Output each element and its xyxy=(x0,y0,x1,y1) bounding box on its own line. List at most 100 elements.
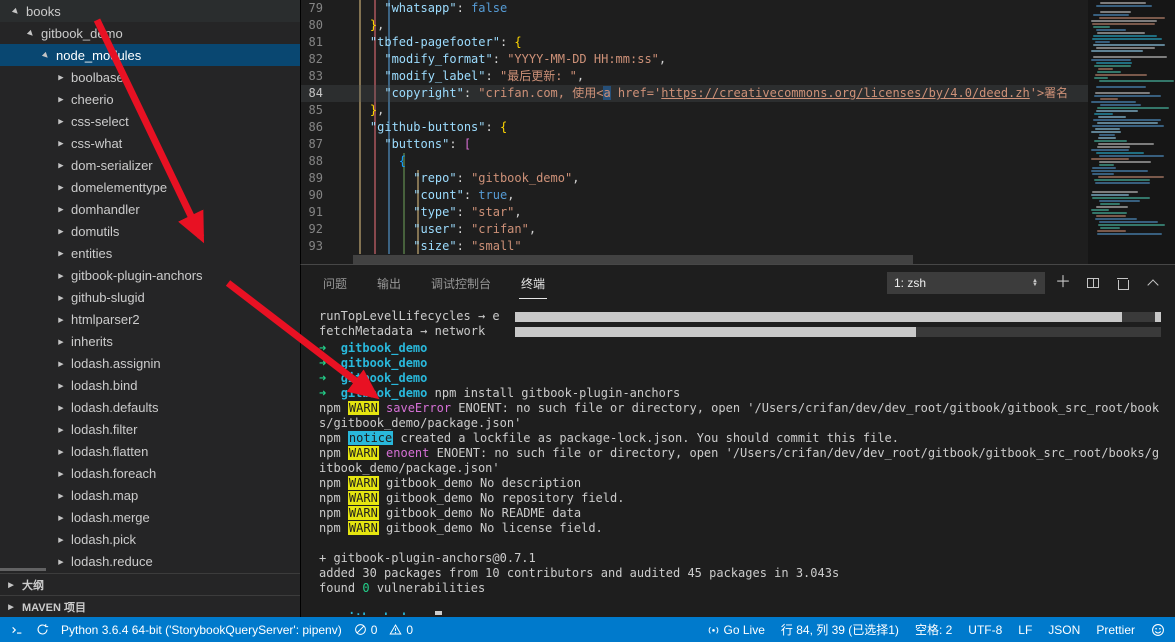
tree-item-lodash.assignin[interactable]: ▶ lodash.assignin xyxy=(0,352,300,374)
tree-item-books[interactable]: ▶ books xyxy=(0,0,300,22)
panel-tab-1[interactable]: 输出 xyxy=(375,267,403,299)
tree-item-entities[interactable]: ▶ entities xyxy=(0,242,300,264)
tree-item-lodash.filter[interactable]: ▶ lodash.filter xyxy=(0,418,300,440)
code-line-89[interactable]: 89 "repo": "gitbook_demo", xyxy=(301,170,1088,187)
tree-item-css-what[interactable]: ▶ css-what xyxy=(0,132,300,154)
remote-indicator[interactable] xyxy=(10,623,24,637)
status-bar-left: Python 3.6.4 64-bit ('StorybookQueryServ… xyxy=(10,623,413,637)
plus-icon: ＋ xyxy=(1054,274,1071,291)
sidebar-hscrollbar[interactable] xyxy=(0,568,46,571)
code-lines: 79 "whatsapp": false 80 }, 81 "tbfed-pagef… xyxy=(301,0,1088,254)
panel-tab-3[interactable]: 终端 xyxy=(519,267,548,299)
panel-tab-0[interactable]: 问题 xyxy=(321,267,349,299)
error-count[interactable]: 0 xyxy=(354,623,377,637)
line-number: 81 xyxy=(308,35,323,49)
code-line-85[interactable]: 85 }, xyxy=(301,102,1088,119)
terminal-output[interactable]: runTopLevelLifecycles → e fetchMetadata →… xyxy=(319,309,1165,615)
terminal-line: ➜ gitbook_demo npm install gitbook-plugi… xyxy=(319,386,681,400)
split-terminal-button[interactable] xyxy=(1081,271,1105,295)
line-number: 89 xyxy=(308,171,323,185)
code-line-79[interactable]: 79 "whatsapp": false xyxy=(301,0,1088,17)
sync-icon xyxy=(36,623,49,636)
indentation-setting[interactable]: 空格: 2 xyxy=(915,621,952,638)
line-number: 87 xyxy=(308,137,323,151)
chevron-expanded-icon: ▶ xyxy=(11,6,21,16)
code-line-86[interactable]: 86 "github-buttons": { xyxy=(301,119,1088,136)
chevron-collapsed-icon: ▶ xyxy=(58,512,64,522)
cursor-position[interactable]: 行 84, 列 39 (已选择1) xyxy=(781,621,899,638)
chevron-collapsed-icon: ▶ xyxy=(58,72,64,82)
terminal-line: npm WARN enoent ENOENT: no such file or … xyxy=(319,446,1160,475)
tree-item-lodash.pick[interactable]: ▶ lodash.pick xyxy=(0,528,300,550)
tree-item-lodash.flatten[interactable]: ▶ lodash.flatten xyxy=(0,440,300,462)
language-mode[interactable]: JSON xyxy=(1048,623,1080,637)
tree-item-domhandler[interactable]: ▶ domhandler xyxy=(0,198,300,220)
kill-terminal-button[interactable] xyxy=(1111,271,1135,295)
eol-setting[interactable]: LF xyxy=(1018,623,1032,637)
code-line-90[interactable]: 90 "count": true, xyxy=(301,187,1088,204)
maximize-panel-button[interactable] xyxy=(1141,271,1165,295)
outline-section-label: 大纲 xyxy=(22,579,44,592)
explorer-sidebar: ▶ books ▶ gitbook_demo ▶ node_modules ▶ boolbas… xyxy=(0,0,300,617)
tree-item-domelementtype[interactable]: ▶ domelementtype xyxy=(0,176,300,198)
code-line-93[interactable]: 93 "size": "small" xyxy=(301,238,1088,254)
tree-item-label: domutils xyxy=(71,223,120,239)
tree-item-label: lodash.foreach xyxy=(71,465,157,481)
chevron-collapsed-icon: ▶ xyxy=(58,138,64,148)
python-interpreter[interactable]: Python 3.6.4 64-bit ('StorybookQueryServ… xyxy=(61,623,342,637)
tree-item-gitbook-plugin-anchors[interactable]: ▶ gitbook-plugin-anchors xyxy=(0,264,300,286)
panel-tab-2[interactable]: 调试控制台 xyxy=(429,267,493,299)
code-editor[interactable]: 79 "whatsapp": false 80 }, 81 "tbfed-pagef… xyxy=(301,0,1088,254)
encoding[interactable]: UTF-8 xyxy=(968,623,1002,637)
tree-item-boolbase[interactable]: ▶ boolbase xyxy=(0,66,300,88)
warning-count[interactable]: 0 xyxy=(389,623,413,637)
tree-item-label: boolbase xyxy=(71,69,124,85)
line-text: }, xyxy=(369,103,385,117)
code-line-92[interactable]: 92 "user": "crifan", xyxy=(301,221,1088,238)
tree-item-label: github-slugid xyxy=(71,289,145,305)
code-line-91[interactable]: 91 "type": "star", xyxy=(301,204,1088,221)
code-line-83[interactable]: 83 "modify_label": "最后更新: ", xyxy=(301,68,1088,85)
tree-item-dom-serializer[interactable]: ▶ dom-serializer xyxy=(0,154,300,176)
tree-item-lodash.foreach[interactable]: ▶ lodash.foreach xyxy=(0,462,300,484)
tree-item-domutils[interactable]: ▶ domutils xyxy=(0,220,300,242)
code-line-82[interactable]: 82 "modify_format": "YYYY-MM-DD HH:mm:ss… xyxy=(301,51,1088,68)
formatter[interactable]: Prettier xyxy=(1096,623,1135,637)
tree-item-css-select[interactable]: ▶ css-select xyxy=(0,110,300,132)
code-line-80[interactable]: 80 }, xyxy=(301,17,1088,34)
chevron-collapsed-icon: ▶ xyxy=(58,248,64,258)
code-line-84[interactable]: 84 "copyright": "crifan.com, 使用<a href='… xyxy=(301,85,1088,102)
tree-item-github-slugid[interactable]: ▶ github-slugid xyxy=(0,286,300,308)
code-line-81[interactable]: 81 "tbfed-pagefooter": { xyxy=(301,34,1088,51)
tree-item-inherits[interactable]: ▶ inherits xyxy=(0,330,300,352)
terminal-line: ➜ gitbook_demo xyxy=(319,371,428,385)
tree-item-lodash.merge[interactable]: ▶ lodash.merge xyxy=(0,506,300,528)
terminal-line: npm WARN saveError ENOENT: no such file … xyxy=(319,401,1160,430)
code-line-88[interactable]: 88 { xyxy=(301,153,1088,170)
new-terminal-button[interactable]: ＋ xyxy=(1051,271,1075,295)
tree-item-cheerio[interactable]: ▶ cheerio xyxy=(0,88,300,110)
tree-item-label: lodash.assignin xyxy=(71,355,161,371)
sync-button[interactable] xyxy=(36,623,49,636)
outline-section-header[interactable]: ▶ 大纲 xyxy=(0,573,300,595)
tree-item-htmlparser2[interactable]: ▶ htmlparser2 xyxy=(0,308,300,330)
tree-item-lodash.defaults[interactable]: ▶ lodash.defaults xyxy=(0,396,300,418)
go-live-button[interactable]: Go Live xyxy=(707,623,765,637)
maven-section-header[interactable]: ▶ MAVEN 项目 xyxy=(0,595,300,617)
chevron-collapsed-icon: ▶ xyxy=(8,580,14,589)
minimap[interactable] xyxy=(1088,0,1175,264)
terminal-shell-select[interactable]: 1: zsh ▲ ▼ xyxy=(887,272,1045,294)
tree-item-lodash.bind[interactable]: ▶ lodash.bind xyxy=(0,374,300,396)
maven-section-label: MAVEN 项目 xyxy=(22,601,86,614)
tree-item-label: gitbook-plugin-anchors xyxy=(71,267,203,283)
chevron-collapsed-icon: ▶ xyxy=(58,182,64,192)
feedback-smiley[interactable] xyxy=(1151,623,1165,637)
editor-hscrollbar[interactable] xyxy=(353,255,913,264)
tree-item-gitbook_demo[interactable]: ▶ gitbook_demo xyxy=(0,22,300,44)
tree-item-lodash.map[interactable]: ▶ lodash.map xyxy=(0,484,300,506)
encoding-label: UTF-8 xyxy=(968,622,1003,637)
code-line-87[interactable]: 87 "buttons": [ xyxy=(301,136,1088,153)
tree-item-node_modules[interactable]: ▶ node_modules xyxy=(0,44,300,66)
terminal-line: npm WARN gitbook_demo No repository fiel… xyxy=(319,491,625,505)
